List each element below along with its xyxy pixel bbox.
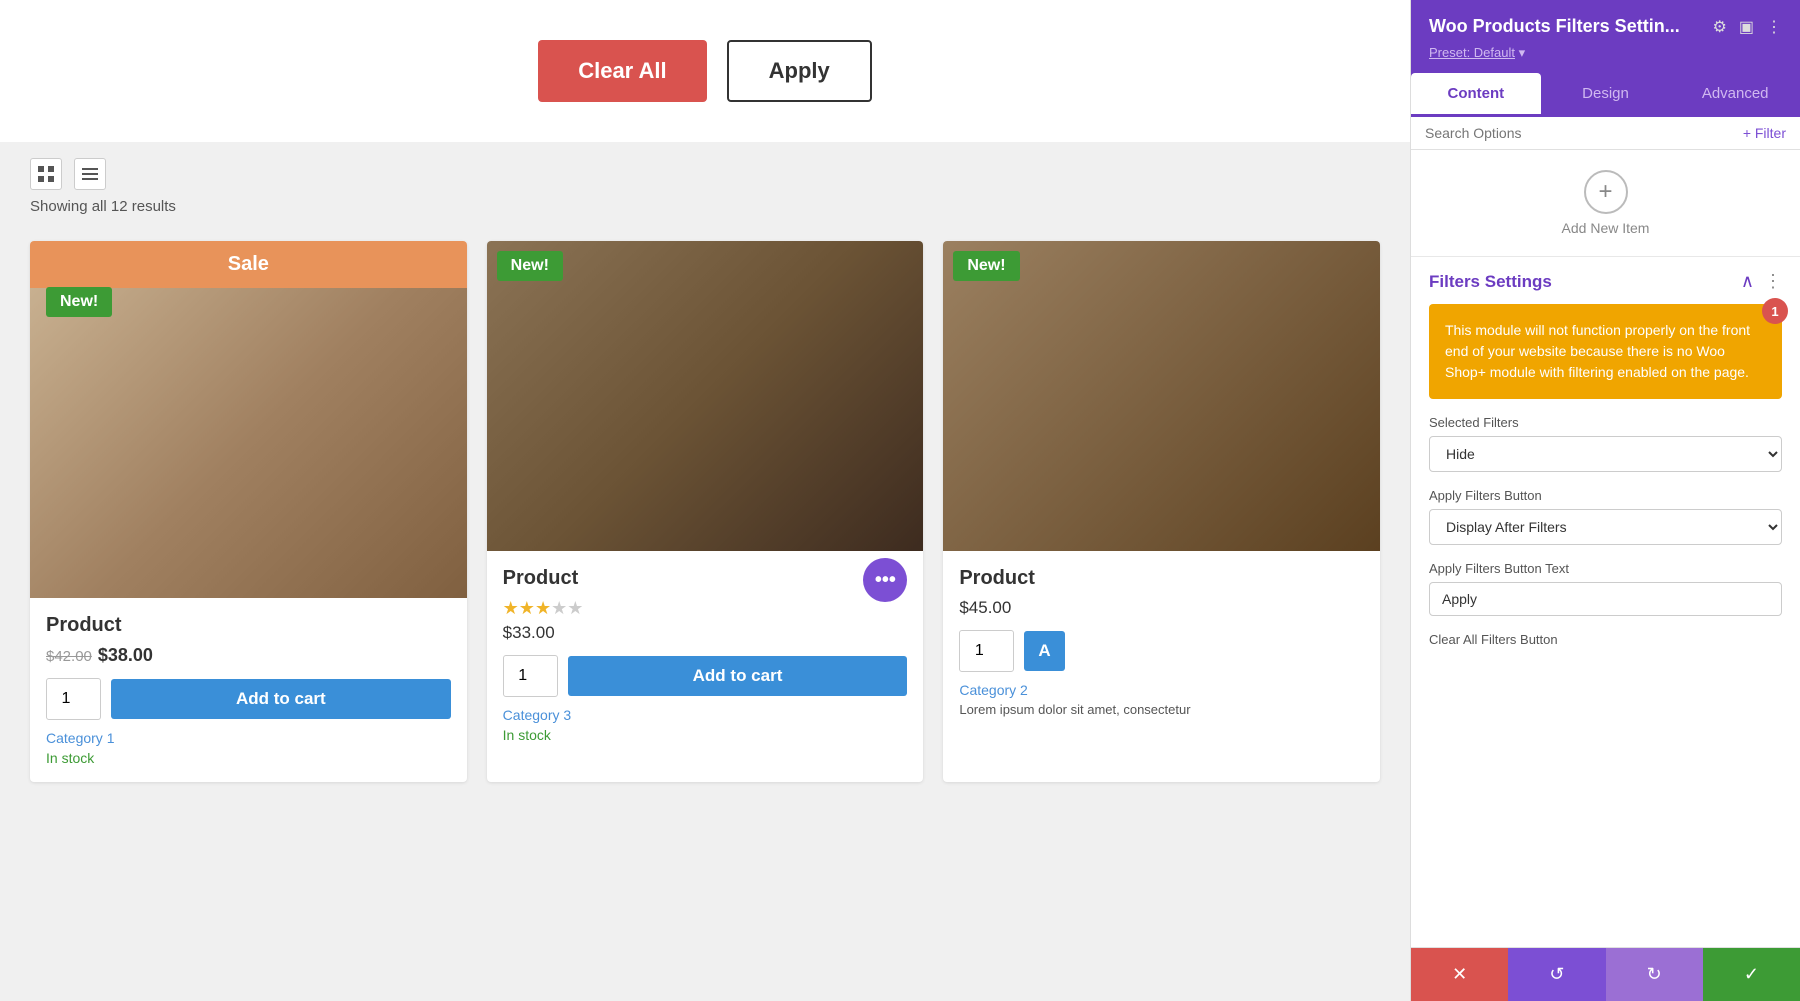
search-options-input[interactable]	[1425, 125, 1735, 141]
add-new-item-label: Add New Item	[1562, 220, 1650, 236]
add-to-cart-3[interactable]: A	[1024, 631, 1064, 671]
product-info-2: Product ★★★★★ $33.00 Add to cart Categor…	[487, 551, 924, 759]
product-stock-1: In stock	[46, 750, 451, 766]
product-grid: Sale New! Product $42.00 $38.00 Add to c…	[0, 231, 1410, 792]
panel-header: Woo Products Filters Settin... ⚙ ▣ ⋮ Pre…	[1411, 0, 1800, 73]
product-price-3: $45.00	[959, 598, 1364, 618]
product-info-3: Product $45.00 A Category 2 Lorem ipsum …	[943, 551, 1380, 733]
clear-all-button[interactable]: Clear All	[538, 40, 706, 102]
panel-bottom-bar: ✕ ↺ ↻ ✓	[1411, 947, 1800, 1001]
sale-badge: Sale	[30, 241, 467, 288]
product-card-1: Sale New! Product $42.00 $38.00 Add to c…	[30, 241, 467, 782]
product-title-3: Product	[959, 567, 1364, 590]
new-badge-1: New!	[46, 287, 112, 317]
qty-input-3[interactable]	[959, 630, 1014, 672]
tab-content[interactable]: Content	[1411, 73, 1541, 117]
section-more-icon[interactable]: ⋮	[1764, 271, 1782, 292]
settings-icon[interactable]: ⚙	[1713, 17, 1727, 37]
filters-settings-title: Filters Settings	[1429, 272, 1552, 292]
product-category-1[interactable]: Category 1	[46, 730, 451, 746]
product-info-1: Product $42.00 $38.00 Add to cart Catego…	[30, 598, 467, 782]
filters-settings-icons: ∧ ⋮	[1741, 271, 1782, 292]
preset-row[interactable]: Preset: Default ▾	[1429, 45, 1782, 73]
product-stock-3: Lorem ipsum dolor sit amet, consectetur	[959, 702, 1364, 717]
warning-box: This module will not function properly o…	[1429, 304, 1782, 399]
showing-results-text: Showing all 12 results	[0, 198, 1410, 231]
product-toolbar	[0, 142, 1410, 198]
bottom-redo-button[interactable]: ↻	[1606, 948, 1703, 1001]
filters-settings-header: Filters Settings ∧ ⋮	[1429, 271, 1782, 292]
apply-filters-button-group: Apply Filters Button Display After Filte…	[1429, 488, 1782, 545]
search-filter-bar: + Filter	[1411, 117, 1800, 150]
warning-container: This module will not function properly o…	[1429, 304, 1782, 399]
bottom-close-button[interactable]: ✕	[1411, 948, 1508, 1001]
product-category-2[interactable]: Category 3	[503, 707, 908, 723]
qty-cart-row-1: Add to cart	[46, 678, 451, 720]
add-new-item-area: + Add New Item	[1411, 150, 1800, 257]
panel-body: + Filter + Add New Item Filters Settings…	[1411, 117, 1800, 947]
product-image-2	[487, 241, 924, 551]
product-card-2: New! Product ★★★★★ $33.00 Add to cart Ca…	[487, 241, 924, 782]
panel-header-icons: ⚙ ▣ ⋮	[1713, 17, 1782, 37]
apply-filters-button-text-group: Apply Filters Button Text	[1429, 561, 1782, 616]
product-price-new-1: $38.00	[98, 645, 153, 666]
qty-input-1[interactable]	[46, 678, 101, 720]
clear-all-filters-button-group: Clear All Filters Button	[1429, 632, 1782, 647]
selected-filters-select[interactable]: Hide Show	[1429, 436, 1782, 472]
grid-view-icon[interactable]	[30, 158, 62, 190]
add-to-cart-2[interactable]: Add to cart	[568, 656, 908, 696]
list-view-icon[interactable]	[74, 158, 106, 190]
product-stars-2: ★★★★★	[503, 598, 908, 619]
more-options-icon[interactable]: ⋮	[1766, 17, 1782, 37]
main-content: Clear All Apply Showing all 12 results S…	[0, 0, 1410, 1001]
warning-badge: 1	[1762, 298, 1788, 324]
panel-tabs: Content Design Advanced	[1411, 73, 1800, 117]
panel-title: Woo Products Filters Settin...	[1429, 16, 1680, 37]
add-to-cart-1[interactable]: Add to cart	[111, 679, 451, 719]
product-card-3: New! Product $45.00 A Category 2 Lorem i…	[943, 241, 1380, 782]
clear-all-filters-button-label: Clear All Filters Button	[1429, 632, 1782, 647]
product-title-2: Product	[503, 567, 908, 590]
filter-bar: Clear All Apply	[0, 0, 1410, 142]
product-category-3[interactable]: Category 2	[959, 682, 1364, 698]
qty-cart-row-2: Add to cart	[503, 655, 908, 697]
tab-design[interactable]: Design	[1541, 73, 1671, 117]
add-filter-button[interactable]: + Filter	[1743, 125, 1786, 141]
apply-filters-button-text-label: Apply Filters Button Text	[1429, 561, 1782, 576]
product-image-3	[943, 241, 1380, 551]
product-price-2: $33.00	[503, 623, 908, 643]
apply-filters-button-text-input[interactable]	[1429, 582, 1782, 616]
apply-button[interactable]: Apply	[727, 40, 872, 102]
product-price-old-1: $42.00	[46, 648, 92, 665]
apply-filters-button-select[interactable]: Display After Filters Always Show Never …	[1429, 509, 1782, 545]
right-panel: Woo Products Filters Settin... ⚙ ▣ ⋮ Pre…	[1410, 0, 1800, 1001]
warning-text: This module will not function properly o…	[1445, 320, 1766, 383]
collapse-icon[interactable]: ∧	[1741, 271, 1754, 292]
product-image-1	[30, 288, 467, 598]
apply-filters-button-label: Apply Filters Button	[1429, 488, 1782, 503]
add-new-item-button[interactable]: +	[1584, 170, 1628, 214]
selected-filters-label: Selected Filters	[1429, 415, 1782, 430]
panel-title-row: Woo Products Filters Settin... ⚙ ▣ ⋮	[1429, 16, 1782, 45]
filters-settings-section: Filters Settings ∧ ⋮ This module will no…	[1411, 257, 1800, 677]
new-badge-3: New!	[953, 251, 1019, 281]
qty-cart-row-3: A	[959, 630, 1364, 672]
new-badge-2: New!	[497, 251, 563, 281]
expand-icon[interactable]: ▣	[1739, 17, 1754, 37]
product-stock-2: In stock	[503, 727, 908, 743]
qty-input-2[interactable]	[503, 655, 558, 697]
bottom-confirm-button[interactable]: ✓	[1703, 948, 1800, 1001]
selected-filters-group: Selected Filters Hide Show	[1429, 415, 1782, 472]
tab-advanced[interactable]: Advanced	[1670, 73, 1800, 117]
product-title-1: Product	[46, 614, 451, 637]
preset-label: Preset: Default	[1429, 45, 1515, 60]
bottom-undo-button[interactable]: ↺	[1508, 948, 1605, 1001]
